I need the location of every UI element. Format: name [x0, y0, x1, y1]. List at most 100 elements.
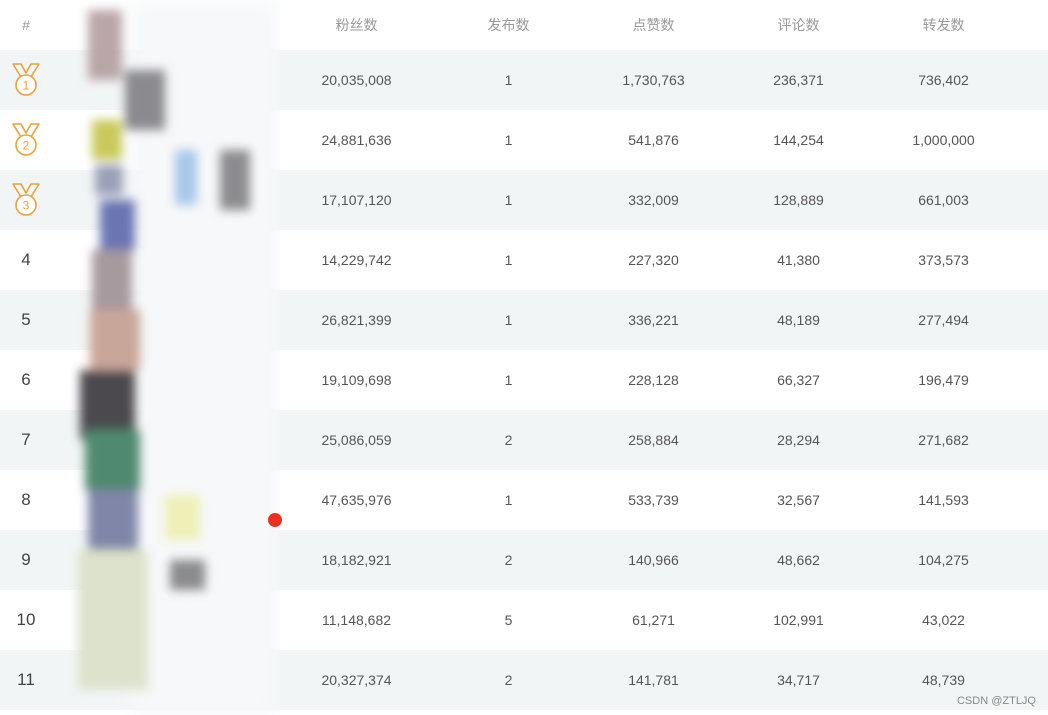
table-header: # 作者 粉丝数 发布数 点赞数 评论数 转发数: [0, 0, 1048, 50]
comments-cell: 28,294: [777, 432, 820, 448]
rank-cell: 2: [0, 110, 52, 170]
rank-cell: 5: [0, 290, 52, 350]
posts-cell: 1: [504, 132, 513, 148]
rank-cell: 3: [0, 170, 52, 230]
posts-cell: 1: [504, 192, 513, 208]
table-row[interactable]: 6 19,109,698 1 228,128 66,327 196,479: [0, 350, 1048, 410]
likes-cell: 61,271: [632, 612, 675, 628]
header-author[interactable]: 作者: [52, 0, 280, 50]
rank-cell: 10: [0, 590, 52, 650]
posts-cell: 1: [504, 72, 513, 88]
comments-cell: 236,371: [773, 72, 824, 88]
author-cell: [52, 530, 280, 590]
rank-cell: 7: [0, 410, 52, 470]
rank-number: 6: [21, 370, 31, 389]
shares-cell: 661,003: [918, 192, 969, 208]
likes-cell: 541,876: [628, 132, 679, 148]
red-marker-dot: [268, 513, 282, 527]
header-comments[interactable]: 评论数: [726, 0, 871, 50]
shares-cell: 141,593: [918, 492, 969, 508]
table-row[interactable]: 2 24,881,636 1 541,876 144,254 1,000,000: [0, 110, 1048, 170]
watermark: CSDN @ZTLJQ: [956, 695, 1036, 707]
posts-cell: 1: [504, 492, 513, 508]
shares-cell: 104,275: [918, 552, 969, 568]
author-cell: [52, 50, 280, 110]
author-cell: [52, 650, 280, 710]
comments-cell: 144,254: [773, 132, 824, 148]
fans-cell: 11,148,682: [321, 612, 392, 628]
fans-cell: 24,881,636: [321, 132, 392, 148]
rank-cell: 11: [0, 650, 52, 710]
comments-cell: 128,889: [773, 192, 824, 208]
rank-number: 5: [21, 310, 31, 329]
comments-cell: 48,189: [777, 312, 820, 328]
header-rank[interactable]: #: [0, 0, 52, 50]
likes-cell: 140,966: [628, 552, 679, 568]
comments-cell: 32,567: [777, 492, 820, 508]
posts-cell: 1: [504, 312, 513, 328]
fans-cell: 25,086,059: [321, 432, 392, 448]
header-fans[interactable]: 粉丝数: [284, 0, 429, 50]
header-likes[interactable]: 点赞数: [581, 0, 726, 50]
rank-number: 8: [21, 490, 31, 509]
posts-cell: 1: [504, 372, 513, 388]
fans-cell: 47,635,976: [321, 492, 392, 508]
fans-cell: 19,109,698: [321, 372, 392, 388]
fans-cell: 26,821,399: [321, 312, 392, 328]
comments-cell: 34,717: [777, 672, 820, 688]
header-shares[interactable]: 转发数: [871, 0, 1016, 50]
comments-cell: 66,327: [777, 372, 820, 388]
shares-cell: 196,479: [918, 372, 969, 388]
posts-cell: 2: [504, 552, 513, 568]
comments-cell: 48,662: [777, 552, 820, 568]
table-row[interactable]: 1 20,035,008 1 1,730,763 236,371 736,402: [0, 50, 1048, 110]
fans-cell: 18,182,921: [321, 552, 392, 568]
likes-cell: 533,739: [628, 492, 679, 508]
rank-number: 7: [21, 430, 31, 449]
shares-cell: 271,682: [918, 432, 969, 448]
table-row[interactable]: 8 47,635,976 1 533,739 32,567 141,593: [0, 470, 1048, 530]
shares-cell: 277,494: [918, 312, 969, 328]
likes-cell: 227,320: [628, 252, 679, 268]
rank-cell: 8: [0, 470, 52, 530]
shares-cell: 373,573: [918, 252, 969, 268]
table-row[interactable]: 5 26,821,399 1 336,221 48,189 277,494: [0, 290, 1048, 350]
author-cell: [52, 170, 280, 230]
comments-cell: 102,991: [773, 612, 824, 628]
author-cell: [52, 230, 280, 290]
table-row[interactable]: 3 17,107,120 1 332,009 128,889 661,003: [0, 170, 1048, 230]
medal-icon: 3: [12, 183, 40, 216]
comments-cell: 41,380: [777, 252, 820, 268]
table-row[interactable]: 10 11,148,682 5 61,271 102,991 43,022: [0, 590, 1048, 650]
rank-number: 11: [17, 670, 35, 689]
fans-cell: 20,035,008: [321, 72, 392, 88]
shares-cell: 736,402: [918, 72, 969, 88]
likes-cell: 228,128: [628, 372, 679, 388]
fans-cell: 14,229,742: [321, 252, 392, 268]
likes-cell: 336,221: [628, 312, 679, 328]
posts-cell: 1: [504, 252, 513, 268]
svg-text:1: 1: [23, 79, 30, 93]
author-cell: [52, 410, 280, 470]
likes-cell: 1,730,763: [622, 72, 685, 88]
rank-cell: 1: [0, 50, 52, 110]
svg-text:2: 2: [23, 139, 30, 153]
posts-cell: 5: [504, 612, 513, 628]
likes-cell: 141,781: [628, 672, 679, 688]
author-cell: [52, 470, 280, 530]
author-cell: [52, 350, 280, 410]
rank-number: 4: [21, 250, 31, 269]
likes-cell: 332,009: [628, 192, 679, 208]
shares-cell: 1,000,000: [912, 132, 975, 148]
table-row[interactable]: 7 25,086,059 2 258,884 28,294 271,682: [0, 410, 1048, 470]
table-row[interactable]: 4 14,229,742 1 227,320 41,380 373,573: [0, 230, 1048, 290]
table-row[interactable]: 9 18,182,921 2 140,966 48,662 104,275: [0, 530, 1048, 590]
author-cell: [52, 590, 280, 650]
medal-icon: 2: [12, 123, 40, 156]
table-row[interactable]: 11 20,327,374 2 141,781 34,717 48,739: [0, 650, 1048, 710]
shares-cell: 43,022: [922, 612, 965, 628]
header-posts[interactable]: 发布数: [436, 0, 581, 50]
author-cell: [52, 290, 280, 350]
rank-number: 9: [21, 550, 31, 569]
rank-number: 10: [16, 610, 36, 629]
